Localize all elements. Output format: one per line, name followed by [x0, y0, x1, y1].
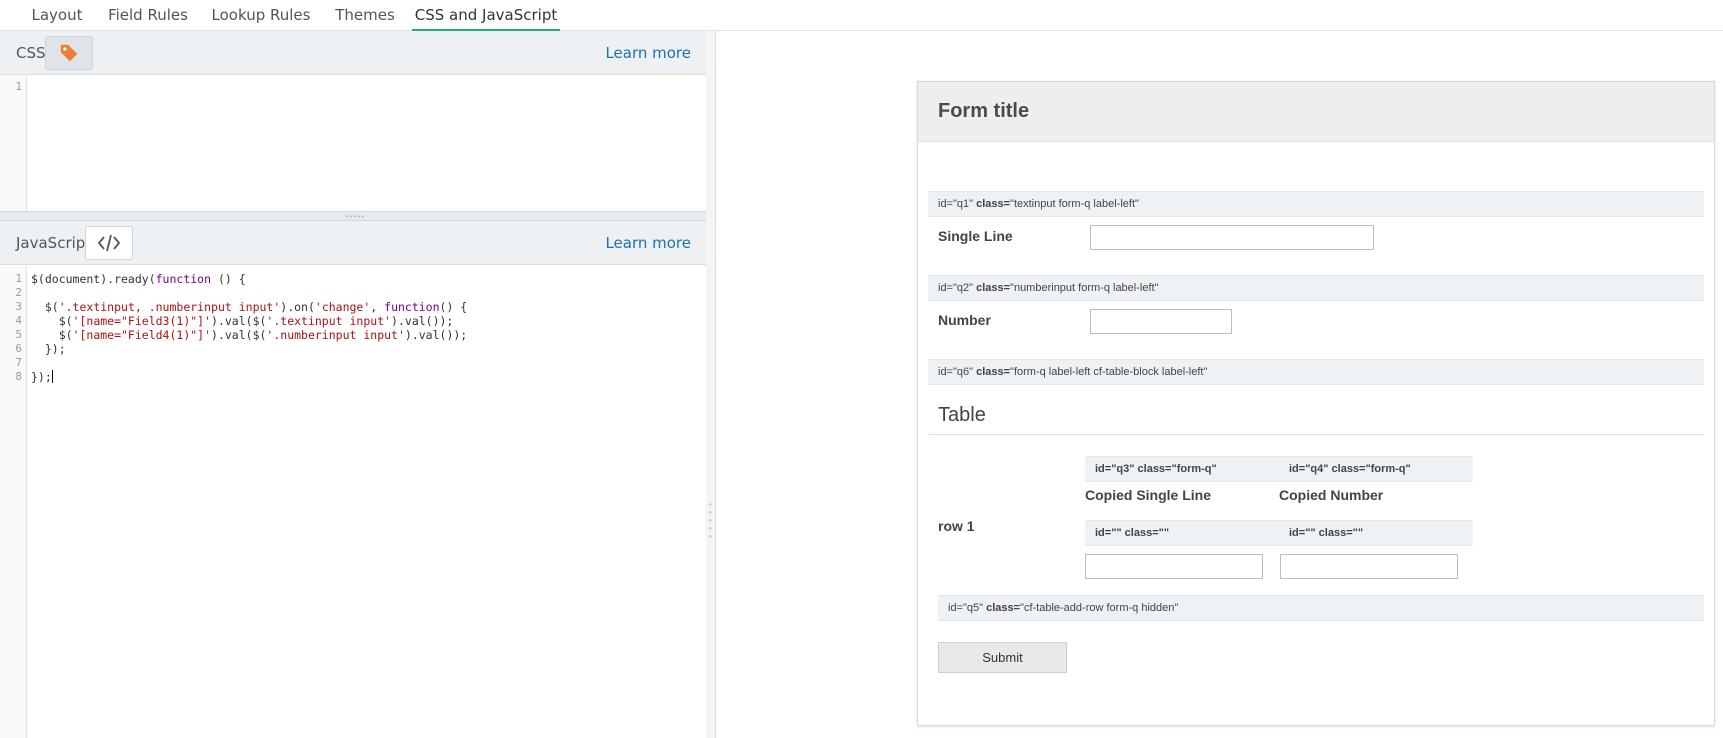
copied-single-line-label: Copied Single Line: [1085, 487, 1212, 503]
q2-class-label: class=: [976, 282, 1011, 294]
code-line: });: [31, 370, 53, 384]
q4-id-bar: id="q4" class="form-q": [1279, 456, 1473, 482]
code-line: $('.textinput, .numberinput input').on('…: [31, 300, 468, 314]
copied-number-input[interactable]: [1280, 554, 1458, 579]
form-title: Form title: [938, 100, 1030, 122]
q2-id-text: id="q2": [938, 282, 974, 294]
tab-themes[interactable]: Themes: [330, 0, 400, 31]
line-number: 5: [15, 328, 22, 341]
css-title: CSS: [16, 44, 46, 62]
top-tab-bar: Layout Field Rules Lookup Rules Themes C…: [0, 0, 1723, 31]
tab-layout[interactable]: Layout: [20, 0, 94, 31]
table-title: Table: [938, 404, 986, 426]
css-gutter: 1: [0, 75, 27, 211]
q3-id-text: id="q3" class="form-q": [1095, 463, 1217, 475]
javascript-code-button[interactable]: [85, 226, 133, 260]
code-line: $('[name="Field3(1)"]').val($('.textinpu…: [31, 314, 454, 328]
css-learn-more-link[interactable]: Learn more: [605, 44, 691, 62]
code-icon: [97, 234, 121, 252]
copied-single-line-input[interactable]: [1085, 554, 1263, 579]
code-line: });: [31, 342, 66, 356]
editor-pane: CSS Learn more 1 ••••• JavaScript Learn …: [0, 31, 706, 738]
line-number: 6: [15, 342, 22, 355]
q6-id-bar: id="q6" class="form-q label-left cf-tabl…: [928, 359, 1704, 385]
q1-class-label: class=: [976, 198, 1011, 210]
javascript-learn-more-link[interactable]: Learn more: [605, 234, 691, 252]
number-label: Number: [938, 312, 991, 328]
tab-lookup-rules[interactable]: Lookup Rules: [207, 0, 315, 31]
single-line-input[interactable]: [1090, 225, 1374, 250]
row-1-cell-1-id-bar: id="" class="": [1085, 520, 1279, 546]
line-number: 1: [15, 272, 22, 285]
q3-id-bar: id="q3" class="form-q": [1085, 456, 1279, 482]
q2-class-text: "numberinput form-q label-left": [1010, 282, 1159, 294]
javascript-title: JavaScript: [16, 234, 92, 252]
javascript-gutter: 1 2 3 4 5 6 7 8: [0, 266, 27, 738]
line-number: 8: [15, 370, 22, 383]
css-editor[interactable]: 1: [0, 75, 706, 211]
q6-id-text: id="q6": [938, 366, 974, 378]
tab-css-and-javascript[interactable]: CSS and JavaScript: [412, 0, 560, 31]
line-number: 2: [15, 286, 22, 299]
q6-class-label: class=: [976, 366, 1011, 378]
row-1-cell-2-id-bar: id="" class="": [1279, 520, 1473, 546]
q2-id-bar: id="q2" class="numberinput form-q label-…: [928, 275, 1704, 301]
q5-id-bar: id="q5" class="cf-table-add-row form-q h…: [938, 595, 1704, 621]
q5-class-label: class=: [986, 602, 1021, 614]
line-number: 3: [15, 300, 22, 313]
vertical-splitter-handle[interactable]: • • • • •: [706, 31, 716, 738]
code-line: $('[name="Field4(1)"]').val($('.numberin…: [31, 328, 468, 342]
horizontal-splitter-handle[interactable]: •••••: [0, 211, 706, 221]
form-header: Form title: [918, 82, 1714, 142]
text-cursor: [51, 370, 53, 383]
css-header: CSS Learn more: [0, 31, 706, 75]
q6-class-text: "form-q label-left cf-table-block label-…: [1010, 366, 1208, 378]
cell-1-id-text: id="" class="": [1095, 527, 1170, 539]
grip-dots-icon: •••••: [709, 500, 712, 541]
css-tag-button[interactable]: [45, 36, 93, 70]
tab-field-rules[interactable]: Field Rules: [103, 0, 193, 31]
q5-class-text: "cf-table-add-row form-q hidden": [1020, 602, 1179, 614]
copied-number-label: Copied Number: [1279, 487, 1384, 503]
number-input[interactable]: [1090, 309, 1232, 334]
cell-2-id-text: id="" class="": [1289, 527, 1364, 539]
tag-icon: [60, 44, 78, 62]
code-line: $(document).ready(function () {: [31, 272, 246, 286]
submit-button[interactable]: Submit: [938, 642, 1067, 673]
q5-id-text: id="q5": [948, 602, 984, 614]
q1-id-bar: id="q1" class="textinput form-q label-le…: [928, 191, 1704, 217]
table-title-divider: [928, 434, 1704, 435]
row-1-label: row 1: [938, 518, 975, 534]
javascript-header: JavaScript Learn more: [0, 221, 706, 265]
javascript-editor[interactable]: 1 2 3 4 5 6 7 8 $(document).ready(functi…: [0, 266, 706, 738]
line-number: 1: [15, 80, 22, 93]
form-card: Form title id="q1" class="textinput form…: [917, 81, 1715, 726]
line-number: 7: [15, 356, 22, 369]
q1-id-text: id="q1": [938, 198, 974, 210]
grip-dots-icon: •••••: [346, 212, 366, 221]
q4-id-text: id="q4" class="form-q": [1289, 463, 1411, 475]
q1-class-text: "textinput form-q label-left": [1010, 198, 1139, 210]
single-line-label: Single Line: [938, 228, 1013, 244]
form-preview: Form title id="q1" class="textinput form…: [717, 31, 1723, 738]
line-number: 4: [15, 314, 22, 327]
